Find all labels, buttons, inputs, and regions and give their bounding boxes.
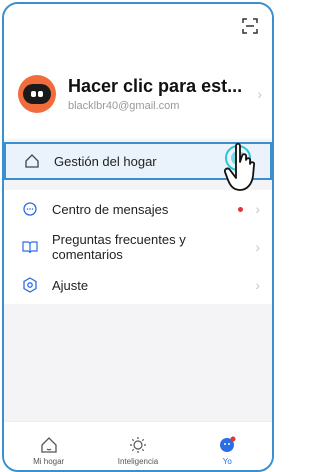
- tab-intelligence[interactable]: Inteligencia: [93, 422, 182, 470]
- bottom-tab-bar: Mi hogar Inteligencia Yo: [4, 421, 272, 470]
- sun-icon: [129, 437, 146, 453]
- profile-email: blacklbr40@gmail.com: [68, 100, 180, 112]
- message-icon: [22, 201, 38, 217]
- tab-label: Mi hogar: [33, 457, 65, 466]
- avatar: [18, 75, 56, 113]
- tab-my-home[interactable]: Mi hogar: [4, 422, 93, 470]
- tab-label: Yo: [222, 457, 232, 466]
- user-icon: [220, 436, 236, 452]
- notification-dot: [238, 206, 244, 212]
- scan-icon[interactable]: [242, 18, 258, 34]
- settings-icon: [22, 277, 38, 293]
- chevron-right-icon: ›: [255, 201, 260, 217]
- chevron-right-icon: ›: [257, 86, 262, 102]
- hand-pointer-icon: [223, 142, 256, 191]
- profile-name: Hacer clic para est...: [68, 76, 243, 96]
- chevron-right-icon: ›: [255, 277, 260, 293]
- home-icon: [24, 153, 40, 169]
- tab-label: Inteligencia: [117, 457, 159, 466]
- book-icon: [22, 239, 38, 255]
- chevron-right-icon: ›: [255, 239, 260, 255]
- menu-item-label: Centro de mensajes: [52, 201, 169, 217]
- menu-item-label: Preguntas frecuentes y comentarios: [52, 232, 186, 262]
- profile-header: Hacer clic para est... blacklbr40@gmail.…: [4, 4, 272, 139]
- menu-item-faq[interactable]: Preguntas frecuentes y comentarios ›: [4, 228, 272, 266]
- menu-item-settings[interactable]: Ajuste ›: [4, 266, 272, 304]
- profile-card[interactable]: Hacer clic para est... blacklbr40@gmail.…: [18, 72, 262, 116]
- menu-item-label: Ajuste: [52, 277, 89, 293]
- phone-screen: Hacer clic para est... blacklbr40@gmail.…: [2, 2, 274, 472]
- tab-me[interactable]: Yo: [183, 422, 272, 470]
- house-tab-icon: [41, 437, 57, 453]
